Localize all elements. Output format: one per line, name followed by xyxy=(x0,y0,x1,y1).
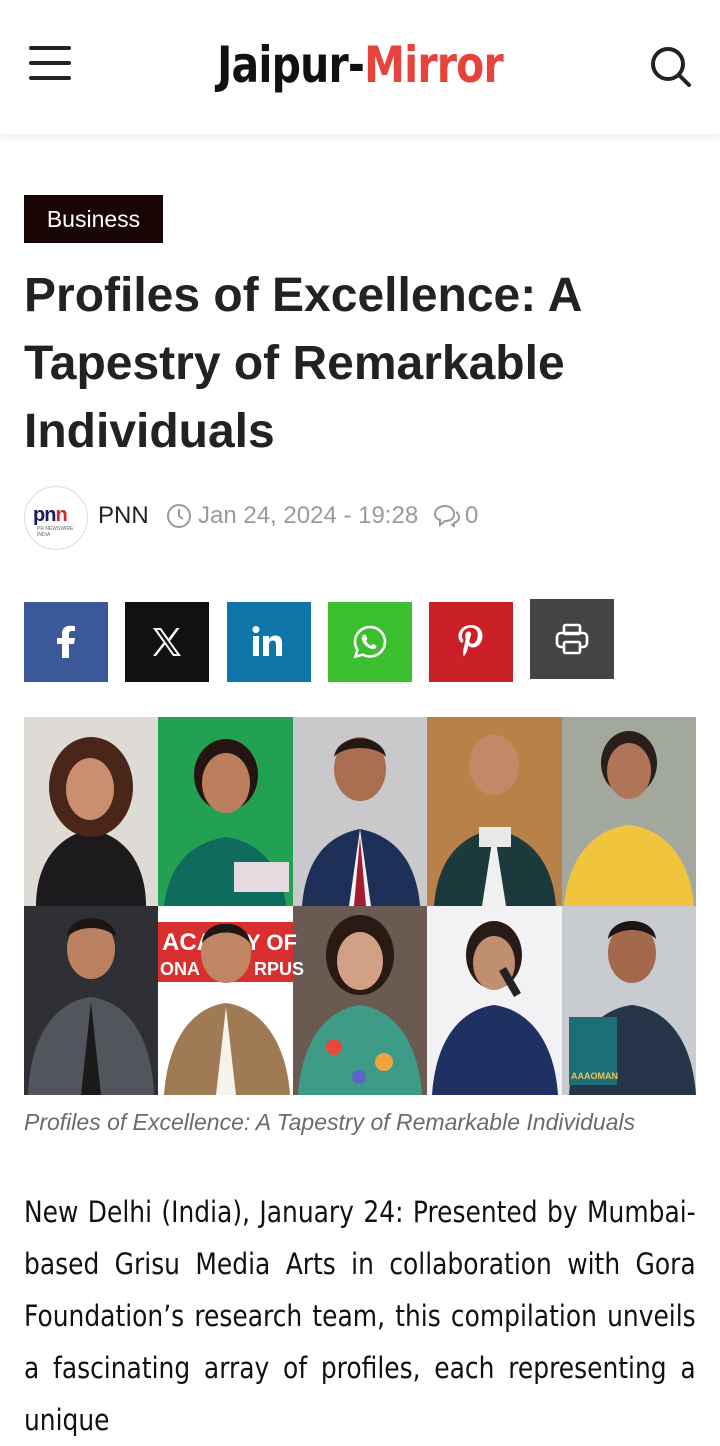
share-linkedin-button[interactable] xyxy=(227,602,311,682)
author-logo-text: pnn xyxy=(33,504,68,526)
author-logo-subtext: PR NEWSWIRE INDIA xyxy=(37,526,74,538)
collage-sign-text-2: Y OF xyxy=(246,930,297,955)
article-title: Profiles of Excellence: A Tapestry of Re… xyxy=(24,269,581,458)
collage-sign-text-3: ONA xyxy=(160,959,200,979)
share-facebook-button[interactable] xyxy=(24,602,108,682)
site-logo[interactable]: Jaipur-Mirror xyxy=(65,30,655,100)
article-meta: pnn PR NEWSWIRE INDIA PNN Jan 24, 2024 -… xyxy=(24,486,704,550)
author-name[interactable]: PNN xyxy=(98,502,149,530)
print-icon xyxy=(555,623,589,655)
share-pinterest-button[interactable] xyxy=(429,602,513,682)
share-x-button[interactable] xyxy=(125,602,209,682)
profiles-collage-image: ACA Y OF ONA RPUS AAAOMAN xyxy=(24,717,696,1095)
whatsapp-icon xyxy=(353,625,387,659)
comment-icon[interactable] xyxy=(432,504,460,528)
logo-text-accent: Mirror xyxy=(364,36,504,94)
article-hero-image: ACA Y OF ONA RPUS AAAOMAN xyxy=(24,717,696,1095)
publish-date: Jan 24, 2024 - 19:28 xyxy=(198,502,419,529)
print-button[interactable] xyxy=(530,599,614,679)
pinterest-icon xyxy=(458,625,483,657)
category-badge[interactable]: Business xyxy=(24,195,163,243)
image-caption: Profiles of Excellence: A Tapestry of Re… xyxy=(24,1109,636,1135)
article-body: New Delhi (India), January 24: Presented… xyxy=(24,1195,696,1437)
x-icon xyxy=(153,628,181,656)
facebook-icon xyxy=(57,625,75,658)
clock-icon xyxy=(167,504,191,528)
site-header: Jaipur-Mirror xyxy=(0,0,720,134)
comment-count[interactable]: 0 xyxy=(465,502,478,530)
search-icon[interactable] xyxy=(648,44,694,90)
author-avatar[interactable]: pnn PR NEWSWIRE INDIA xyxy=(24,486,88,550)
collage-book-text: AAAOMAN xyxy=(571,1071,618,1081)
linkedin-icon xyxy=(252,626,282,656)
collage-sign-text-4: RPUS xyxy=(254,959,304,979)
logo-text-primary: Jaipur- xyxy=(217,36,365,94)
share-whatsapp-button[interactable] xyxy=(328,602,412,682)
